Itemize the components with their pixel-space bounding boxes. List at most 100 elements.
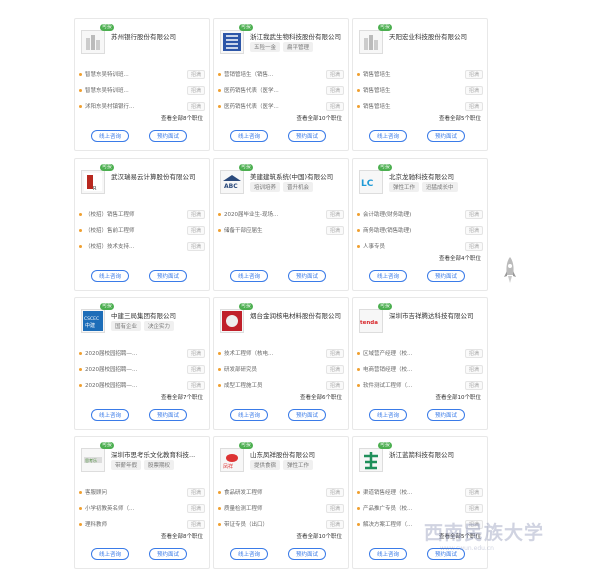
view-all-jobs-link[interactable]: 查看全部8个职位 xyxy=(161,114,203,122)
company-card[interactable]: 可投 浙江我武生物科技股份有限公司 五险一金 扁平管理 营销管培生（销售... 招满 医药销… xyxy=(213,18,349,151)
job-title[interactable]: 医药销售代表（医学... xyxy=(224,86,304,94)
online-consult-button[interactable]: 线上咨询 xyxy=(369,130,408,142)
company-logo[interactable] xyxy=(359,30,383,54)
job-title[interactable]: （校招）销售工程师 xyxy=(85,210,165,218)
book-interview-button[interactable]: 预约面试 xyxy=(288,270,327,282)
company-logo[interactable]: tenda xyxy=(359,309,383,333)
job-item[interactable]: 智慧东吴特训班... 招满 xyxy=(79,82,207,98)
job-item[interactable]: 商务助理(销售助理) 招满 xyxy=(357,222,485,238)
job-item[interactable]: 带证专员（出口） 招满 xyxy=(218,516,346,532)
view-all-jobs-link[interactable]: 查看全部4个职位 xyxy=(439,254,481,262)
job-title[interactable]: 商务助理(销售助理) xyxy=(363,226,443,234)
job-title[interactable]: 智慧东吴特训班... xyxy=(85,70,165,78)
online-consult-button[interactable]: 线上咨询 xyxy=(369,548,408,560)
book-interview-button[interactable]: 预约面试 xyxy=(149,130,188,142)
job-title[interactable]: 2020届校园招聘—... xyxy=(85,381,165,389)
job-title[interactable]: 储备干部应届生 xyxy=(224,226,304,234)
job-item[interactable]: 销售管培生 招满 xyxy=(357,98,485,114)
job-title[interactable]: 销售管培生 xyxy=(363,86,443,94)
job-item[interactable]: 小学初教英名师（... 招满 xyxy=(79,500,207,516)
job-title[interactable]: 成型工程施工员 xyxy=(224,381,304,389)
book-interview-button[interactable]: 预约面试 xyxy=(288,409,327,421)
company-card[interactable]: 思考乐 可投 深圳市思考乐文化教育科技... 带薪年假 股票期权 客服顾问 招满 小学初教英名… xyxy=(74,436,210,569)
job-item[interactable]: 会计助理(财务助理) 招满 xyxy=(357,206,485,222)
job-title[interactable]: 软件测试工程师（... xyxy=(363,381,443,389)
view-all-jobs-link[interactable]: 查看全部8个职位 xyxy=(161,532,203,540)
job-title[interactable]: （校招）技术支持... xyxy=(85,242,165,250)
job-title[interactable]: 带证专员（出口） xyxy=(224,520,304,528)
company-logo[interactable] xyxy=(220,309,244,333)
job-item[interactable]: 软件测试工程师（... 招满 xyxy=(357,377,485,393)
job-item[interactable]: 销售管培生 招满 xyxy=(357,82,485,98)
job-item[interactable]: 理科教师 招满 xyxy=(79,516,207,532)
job-item[interactable]: 2020届毕业生-现场... 招满 xyxy=(218,206,346,222)
job-title[interactable]: 产品推广专员（校... xyxy=(363,504,443,512)
job-title[interactable]: 2020届毕业生-现场... xyxy=(224,210,304,218)
company-card[interactable]: 可投 苏州银行股份有限公司 智慧东吴特训班... 招满 智慧东吴特训班... 招满 沭阳东吴… xyxy=(74,18,210,151)
company-name[interactable]: 山东凤祥股份有限公司 xyxy=(250,449,348,459)
company-name[interactable]: 美建建筑系统(中国)有限公司 xyxy=(250,171,348,181)
job-item[interactable]: 技术工程师（核电... 招满 xyxy=(218,345,346,361)
job-title[interactable]: 研发部研究员 xyxy=(224,365,304,373)
company-logo[interactable]: R xyxy=(81,170,105,194)
online-consult-button[interactable]: 线上咨询 xyxy=(230,270,269,282)
job-title[interactable]: 营销管培生（销售... xyxy=(224,70,304,78)
company-name[interactable]: 深圳市思考乐文化教育科技... xyxy=(111,449,209,459)
company-logo[interactable] xyxy=(220,30,244,54)
company-name[interactable]: 深圳市吉祥腾达科技有限公司 xyxy=(389,310,487,320)
job-item[interactable]: 营销管培生（销售... 招满 xyxy=(218,66,346,82)
job-title[interactable]: 区域营产经理（校... xyxy=(363,349,443,357)
view-all-jobs-link[interactable]: 查看全部5个职位 xyxy=(439,114,481,122)
book-interview-button[interactable]: 预约面试 xyxy=(149,409,188,421)
online-consult-button[interactable]: 线上咨询 xyxy=(230,409,269,421)
company-name[interactable]: 烟台金润核电材料股份有限公司 xyxy=(250,310,348,320)
view-all-jobs-link[interactable]: 查看全部10个职位 xyxy=(297,114,343,122)
job-item[interactable]: 医药销售代表（医学... 招满 xyxy=(218,98,346,114)
job-title[interactable]: 电商营销经理（校... xyxy=(363,365,443,373)
book-interview-button[interactable]: 预约面试 xyxy=(427,130,466,142)
book-interview-button[interactable]: 预约面试 xyxy=(427,270,466,282)
job-title[interactable]: 沭阳东吴村镇银行... xyxy=(85,102,165,110)
job-item[interactable]: 智慧东吴特训班... 招满 xyxy=(79,66,207,82)
company-name[interactable]: 浙江我武生物科技股份有限公司 xyxy=(250,31,348,41)
job-title[interactable]: 质量检测工程师 xyxy=(224,504,304,512)
job-item[interactable]: 沭阳东吴村镇银行... 招满 xyxy=(79,98,207,114)
job-title[interactable]: 小学初教英名师（... xyxy=(85,504,165,512)
company-name[interactable]: 北京龙驰科技有限公司 xyxy=(389,171,487,181)
company-name[interactable]: 苏州银行股份有限公司 xyxy=(111,31,209,41)
company-logo[interactable]: LC xyxy=(359,170,383,194)
job-item[interactable]: 区域营产经理（校... 招满 xyxy=(357,345,485,361)
job-item[interactable]: 2020届校园招聘—... 招满 xyxy=(79,377,207,393)
job-item[interactable]: （校招）售前工程师 招满 xyxy=(79,222,207,238)
job-item[interactable]: 研发部研究员 招满 xyxy=(218,361,346,377)
book-interview-button[interactable]: 预约面试 xyxy=(288,130,327,142)
company-logo[interactable]: ABC xyxy=(220,170,244,194)
company-name[interactable]: 浙江蓝箭科技有限公司 xyxy=(389,449,487,459)
company-card[interactable]: ABC 可投 美建建筑系统(中国)有限公司 培训培养 晋升机会 2020届毕业生-现场..… xyxy=(213,158,349,291)
company-name[interactable]: 武汉瑞易云计算股份有限公司 xyxy=(111,171,209,181)
job-item[interactable]: 客服顾问 招满 xyxy=(79,484,207,500)
company-logo[interactable]: CSCEC 中建 xyxy=(81,309,105,333)
view-all-jobs-link[interactable]: 查看全部7个职位 xyxy=(161,393,203,401)
job-title[interactable]: 销售管培生 xyxy=(363,102,443,110)
job-item[interactable]: （校招）技术支持... 招满 xyxy=(79,238,207,254)
company-name[interactable]: 天阳宏业科技股份有限公司 xyxy=(389,31,487,41)
job-title[interactable]: 销售管培生 xyxy=(363,70,443,78)
online-consult-button[interactable]: 线上咨询 xyxy=(230,548,269,560)
job-title[interactable]: 渠道销售经理（校... xyxy=(363,488,443,496)
job-item[interactable]: 成型工程施工员 招满 xyxy=(218,377,346,393)
company-card[interactable]: tenda 可投 深圳市吉祥腾达科技有限公司 区域营产经理（校... 招满 电商营销经理（… xyxy=(352,297,488,430)
online-consult-button[interactable]: 线上咨询 xyxy=(91,130,130,142)
job-title[interactable]: 2020届校园招聘—... xyxy=(85,365,165,373)
job-title[interactable]: （校招）售前工程师 xyxy=(85,226,165,234)
job-title[interactable]: 2020届校园招聘—... xyxy=(85,349,165,357)
job-item[interactable]: 渠道销售经理（校... 招满 xyxy=(357,484,485,500)
job-title[interactable]: 食品研发工程师 xyxy=(224,488,304,496)
job-item[interactable]: 电商营销经理（校... 招满 xyxy=(357,361,485,377)
online-consult-button[interactable]: 线上咨询 xyxy=(369,270,408,282)
job-item[interactable]: 销售管培生 招满 xyxy=(357,66,485,82)
company-logo[interactable]: 思考乐 xyxy=(81,448,105,472)
job-item[interactable]: 人事专员 招满 xyxy=(357,238,485,254)
view-all-jobs-link[interactable]: 查看全部10个职位 xyxy=(436,393,482,401)
online-consult-button[interactable]: 线上咨询 xyxy=(91,409,130,421)
